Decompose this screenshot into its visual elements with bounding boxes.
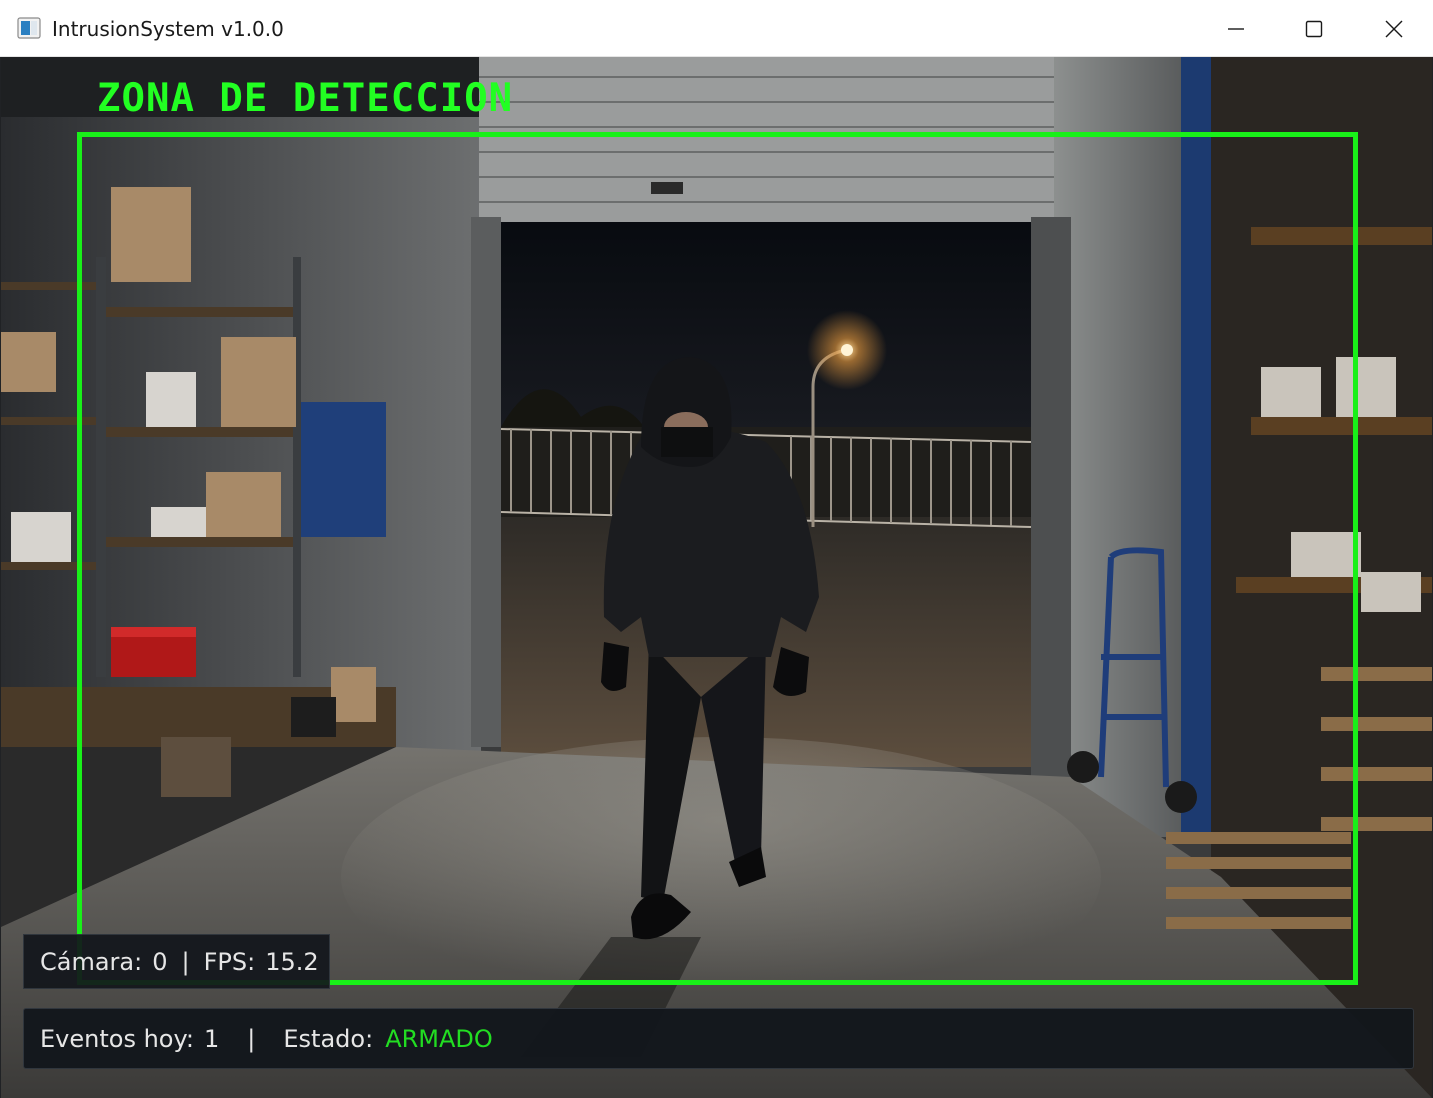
camera-info-separator: | (181, 947, 190, 976)
close-button[interactable] (1355, 0, 1433, 57)
status-bar: Eventos hoy: 1 | Estado: ARMADO (23, 1008, 1414, 1069)
close-icon (1385, 20, 1403, 37)
maximize-button[interactable] (1275, 0, 1353, 57)
fps-value: 15.2 (265, 947, 319, 976)
window-title: IntrusionSystem v1.0.0 (52, 17, 284, 41)
detection-zone-rectangle (77, 132, 1358, 985)
minimize-icon (1228, 27, 1244, 30)
camera-value: 0 (152, 947, 168, 976)
fps-label: FPS: (203, 947, 256, 976)
app-window: IntrusionSystem v1.0.0 ZONA DE DETECCION… (0, 0, 1433, 1098)
camera-info-panel: Cámara: 0 | FPS: 15.2 (23, 934, 330, 989)
status-separator: | (247, 1024, 256, 1053)
title-bar[interactable]: IntrusionSystem v1.0.0 (0, 0, 1433, 57)
app-icon (17, 17, 41, 39)
events-label: Eventos hoy: (40, 1024, 195, 1053)
minimize-button[interactable] (1197, 0, 1275, 57)
detection-zone-label: ZONA DE DETECCION (97, 76, 514, 121)
state-label: Estado: (283, 1024, 374, 1053)
events-value: 1 (204, 1024, 220, 1053)
state-value: ARMADO (385, 1024, 493, 1053)
camera-label: Cámara: (40, 947, 143, 976)
maximize-icon (1305, 20, 1323, 37)
